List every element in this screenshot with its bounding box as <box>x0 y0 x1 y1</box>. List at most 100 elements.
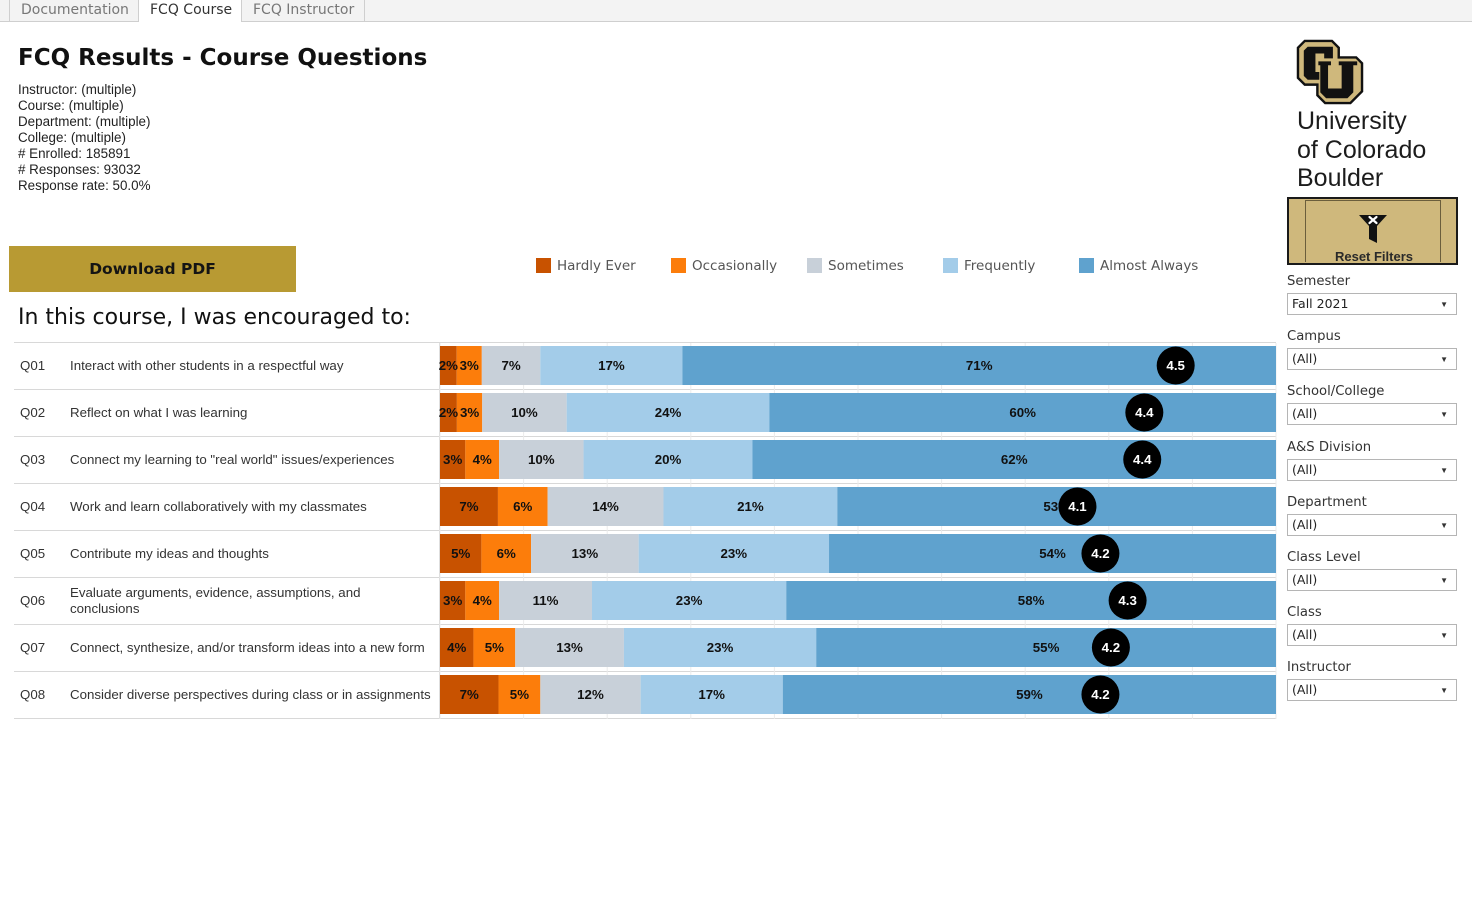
dropdown-value: (All) <box>1292 571 1318 587</box>
filter-label: Instructor <box>1287 660 1351 676</box>
legend-swatch <box>943 258 958 273</box>
bar-value-label: 3% <box>460 405 479 420</box>
bar-value-label: 71% <box>966 358 993 373</box>
question-text: Work and learn collaboratively with my c… <box>70 499 367 514</box>
question-text: Connect my learning to "real world" issu… <box>70 452 395 467</box>
info-responses: # Responses: 93032 <box>18 162 141 177</box>
question-text: Contribute my ideas and thoughts <box>70 546 269 561</box>
bar-value-label: 7% <box>501 358 520 373</box>
department-dropdown[interactable]: (All) ▼ <box>1287 513 1457 536</box>
filter-panel: Semester Fall 2021 ▼ Campus (All) ▼ Scho… <box>1287 272 1458 714</box>
question-label-cell: Q06 Evaluate arguments, evidence, assump… <box>14 578 440 624</box>
caret-down-icon: ▼ <box>1440 465 1448 475</box>
info-course: Course: (multiple) <box>18 98 124 113</box>
dropdown-value: (All) <box>1292 461 1318 477</box>
bar-value-label: 17% <box>598 358 625 373</box>
bar-value-label: 23% <box>721 546 748 561</box>
bar-value-label: 6% <box>497 546 516 561</box>
bar-value-label: 5% <box>510 687 529 702</box>
dropdown-value: (All) <box>1292 516 1318 532</box>
bar-value-label: 60% <box>1009 405 1036 420</box>
caret-down-icon: ▼ <box>1440 686 1448 696</box>
mean-label: 4.2 <box>1102 640 1121 655</box>
legend-item-almost-always: Almost Always <box>1079 257 1198 274</box>
dropdown-value: Fall 2021 <box>1292 296 1349 311</box>
bar-value-label: 2% <box>439 358 458 373</box>
bar-value-label: 3% <box>443 452 462 467</box>
mean-label: 4.5 <box>1166 358 1185 373</box>
bar-value-label: 5% <box>451 546 470 561</box>
filter-label: School/College <box>1287 384 1385 400</box>
legend-swatch <box>536 258 551 273</box>
filter-label: Department <box>1287 494 1367 510</box>
caret-down-icon: ▼ <box>1440 575 1448 585</box>
legend-item-hardly-ever: Hardly Ever <box>536 257 636 274</box>
question-text: Interact with other students in a respec… <box>70 358 344 373</box>
as-division-dropdown[interactable]: (All) ▼ <box>1287 458 1457 481</box>
university-name: University of Colorado Boulder <box>1297 107 1426 193</box>
reset-filters-frame: Reset Filters <box>1305 200 1441 264</box>
bar-value-label: 58% <box>1018 593 1045 608</box>
bar-value-label: 12% <box>577 687 604 702</box>
question-label-cell: Q07 Connect, synthesize, and/or transfor… <box>14 625 440 671</box>
bar-value-label: 7% <box>460 687 479 702</box>
caret-down-icon: ▼ <box>1440 520 1448 530</box>
bar-value-label: 13% <box>572 546 599 561</box>
question-text: Consider diverse perspectives during cla… <box>70 687 431 702</box>
bar-value-label: 10% <box>528 452 555 467</box>
question-label-cell: Q01 Interact with other students in a re… <box>14 343 440 389</box>
tab-fcq-course[interactable]: FCQ Course <box>138 0 242 22</box>
legend-label: Occasionally <box>692 257 778 274</box>
school-college-dropdown[interactable]: (All) ▼ <box>1287 403 1457 426</box>
mean-label: 4.3 <box>1118 593 1137 608</box>
reset-filters-label: Reset Filters <box>1334 249 1414 264</box>
bar-value-label: 20% <box>655 452 682 467</box>
bar-value-label: 3% <box>443 593 462 608</box>
tab-fcq-instructor[interactable]: FCQ Instructor <box>241 0 365 21</box>
dropdown-value: (All) <box>1292 627 1318 643</box>
dropdown-value: (All) <box>1292 351 1318 367</box>
dropdown-value: (All) <box>1292 682 1318 698</box>
instructor-dropdown[interactable]: (All) ▼ <box>1287 679 1457 702</box>
legend-swatch <box>671 258 686 273</box>
download-pdf-button[interactable]: Download PDF <box>9 246 296 292</box>
bar-value-label: 21% <box>737 499 764 514</box>
dropdown-value: (All) <box>1292 406 1318 422</box>
summary-info: Instructor: (multiple) Course: (multiple… <box>18 82 151 194</box>
bar-value-label: 2% <box>439 405 458 420</box>
legend-label: Hardly Ever <box>557 257 636 274</box>
bar-value-label: 4% <box>447 640 466 655</box>
bar-value-label: 59% <box>1016 687 1043 702</box>
semester-dropdown[interactable]: Fall 2021 ▼ <box>1287 293 1457 315</box>
bar-value-label: 6% <box>513 499 532 514</box>
question-label-cell: Q05 Contribute my ideas and thoughts <box>14 531 440 577</box>
bar-value-label: 14% <box>592 499 619 514</box>
download-pdf-label: Download PDF <box>89 260 216 278</box>
question-label-cell: Q02 Reflect on what I was learning <box>14 390 440 436</box>
info-instructor: Instructor: (multiple) <box>18 82 137 97</box>
bar-value-label: 3% <box>460 358 479 373</box>
bar-value-label: 10% <box>511 405 538 420</box>
question-label-cell: Q04 Work and learn collaboratively with … <box>14 484 440 530</box>
class-level-dropdown[interactable]: (All) ▼ <box>1287 568 1457 591</box>
question-code: Q04 <box>20 499 46 514</box>
question-text: Reflect on what I was learning <box>70 405 248 420</box>
bar-value-label: 23% <box>676 593 703 608</box>
filter-label: Campus <box>1287 329 1341 345</box>
info-response-rate: Response rate: 50.0% <box>18 178 151 193</box>
reset-filters-button[interactable]: Reset Filters <box>1287 197 1458 265</box>
university-name-line: Boulder <box>1297 164 1384 192</box>
legend-label: Sometimes <box>828 257 904 274</box>
legend-item-occasionally: Occasionally <box>671 257 777 274</box>
filter-label: Class Level <box>1287 549 1361 565</box>
class-dropdown[interactable]: (All) ▼ <box>1287 624 1457 647</box>
question-code: Q08 <box>20 687 46 702</box>
question-text: Evaluate arguments, evidence, assumption… <box>70 585 361 616</box>
cu-logo-icon <box>1296 39 1364 105</box>
bar-value-label: 4% <box>473 593 492 608</box>
campus-dropdown[interactable]: (All) ▼ <box>1287 348 1457 371</box>
question-label-cell: Q08 Consider diverse perspectives during… <box>14 672 440 718</box>
info-college: College: (multiple) <box>18 130 126 145</box>
tab-documentation[interactable]: Documentation <box>9 0 139 21</box>
mean-label: 4.2 <box>1091 546 1110 561</box>
